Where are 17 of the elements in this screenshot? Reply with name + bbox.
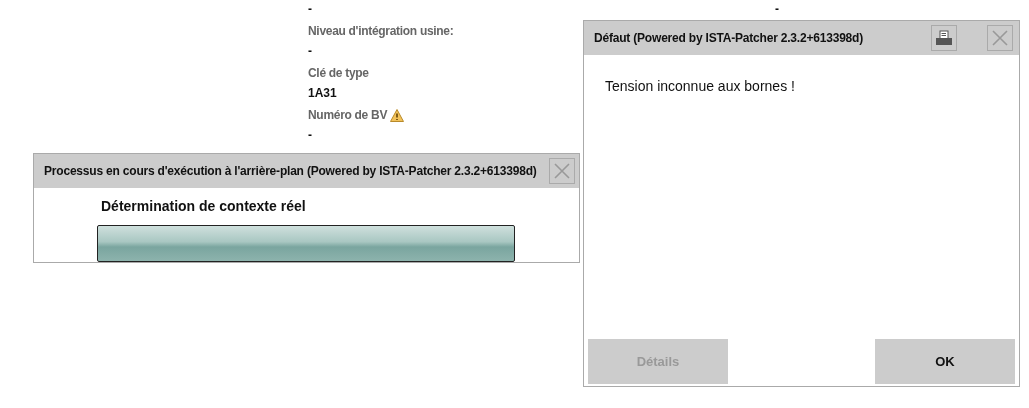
field-label: Niveau d'intégration usine:: [308, 24, 454, 38]
dialog-button[interactable]: OK: [875, 339, 1015, 384]
field-label: Clé de type: [308, 66, 369, 80]
close-button[interactable]: [987, 25, 1013, 51]
close-button[interactable]: [549, 158, 575, 184]
field-value: -: [775, 2, 779, 16]
printer-icon: [935, 30, 953, 46]
dialog-title: Processus en cours d'exécution à l'arrière-plan (Powered by ISTA-Patcher 2.3.2+613398d): [44, 164, 538, 178]
field-value: -: [308, 2, 313, 16]
field-label: Numéro de BV: [308, 108, 388, 122]
field-value: -: [308, 128, 313, 142]
error-message: Tension inconnue aux bornes !: [605, 78, 795, 94]
dialog-title: Défaut (Powered by ISTA-Patcher 2.3.2+613398d): [594, 31, 864, 45]
field-value: 1A31: [308, 86, 338, 100]
field-value: -: [308, 44, 313, 58]
status-message: Détermination de contexte réel: [101, 198, 306, 214]
print-button[interactable]: [931, 25, 957, 51]
